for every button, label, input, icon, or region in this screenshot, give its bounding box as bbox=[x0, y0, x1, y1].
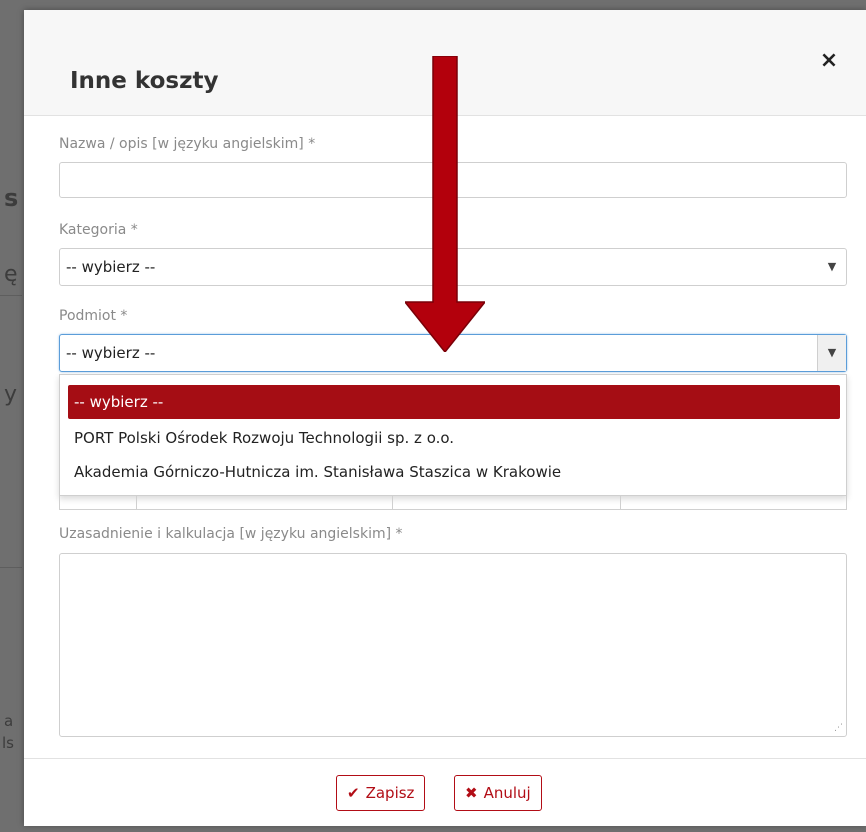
close-icon[interactable]: × bbox=[818, 50, 840, 72]
table-column-divider bbox=[620, 496, 621, 510]
save-button[interactable]: ✔ Zapisz bbox=[336, 775, 426, 811]
name-label: Nazwa / opis [w języku angielskim] * bbox=[59, 136, 316, 152]
dropdown-option[interactable]: PORT Polski Ośrodek Rozwoju Technologii … bbox=[68, 421, 840, 455]
dropdown-option[interactable]: -- wybierz -- bbox=[68, 385, 840, 419]
dropdown-option[interactable]: Akademia Górniczo-Hutnicza im. Stanisław… bbox=[68, 455, 840, 489]
backdrop-text: s bbox=[4, 184, 19, 212]
justification-label: Uzasadnienie i kalkulacja [w języku angi… bbox=[59, 526, 403, 542]
resize-handle-icon[interactable]: ⋰ bbox=[834, 724, 843, 733]
check-icon: ✔ bbox=[347, 784, 360, 802]
table-column-divider bbox=[392, 496, 393, 510]
chevron-down-icon[interactable]: ▼ bbox=[817, 335, 846, 371]
hidden-table-row bbox=[59, 496, 847, 510]
backdrop-divider bbox=[0, 567, 22, 568]
chevron-down-icon: ▼ bbox=[827, 260, 837, 273]
backdrop-text: a bbox=[4, 712, 14, 730]
entity-select-value: -- wybierz -- bbox=[66, 344, 156, 362]
annotation-arrow-icon bbox=[405, 56, 485, 352]
category-label: Kategoria * bbox=[59, 222, 138, 238]
backdrop-text: y bbox=[4, 382, 18, 407]
backdrop-divider bbox=[0, 295, 22, 296]
backdrop-text: ę bbox=[4, 262, 18, 287]
category-select-value: -- wybierz -- bbox=[66, 258, 156, 276]
backdrop-text: ls bbox=[2, 734, 14, 752]
entity-dropdown: -- wybierz -- PORT Polski Ośrodek Rozwoj… bbox=[59, 374, 847, 496]
modal-title: Inne koszty bbox=[70, 68, 219, 94]
cancel-button[interactable]: ✖ Anuluj bbox=[454, 775, 542, 811]
x-icon: ✖ bbox=[465, 784, 478, 802]
cancel-button-label: Anuluj bbox=[483, 784, 531, 802]
entity-label: Podmiot * bbox=[59, 308, 128, 324]
save-button-label: Zapisz bbox=[365, 784, 415, 802]
table-column-divider bbox=[136, 496, 137, 510]
justification-textarea[interactable]: ⋰ bbox=[59, 553, 847, 737]
modal-footer: ✔ Zapisz ✖ Anuluj bbox=[24, 758, 866, 826]
